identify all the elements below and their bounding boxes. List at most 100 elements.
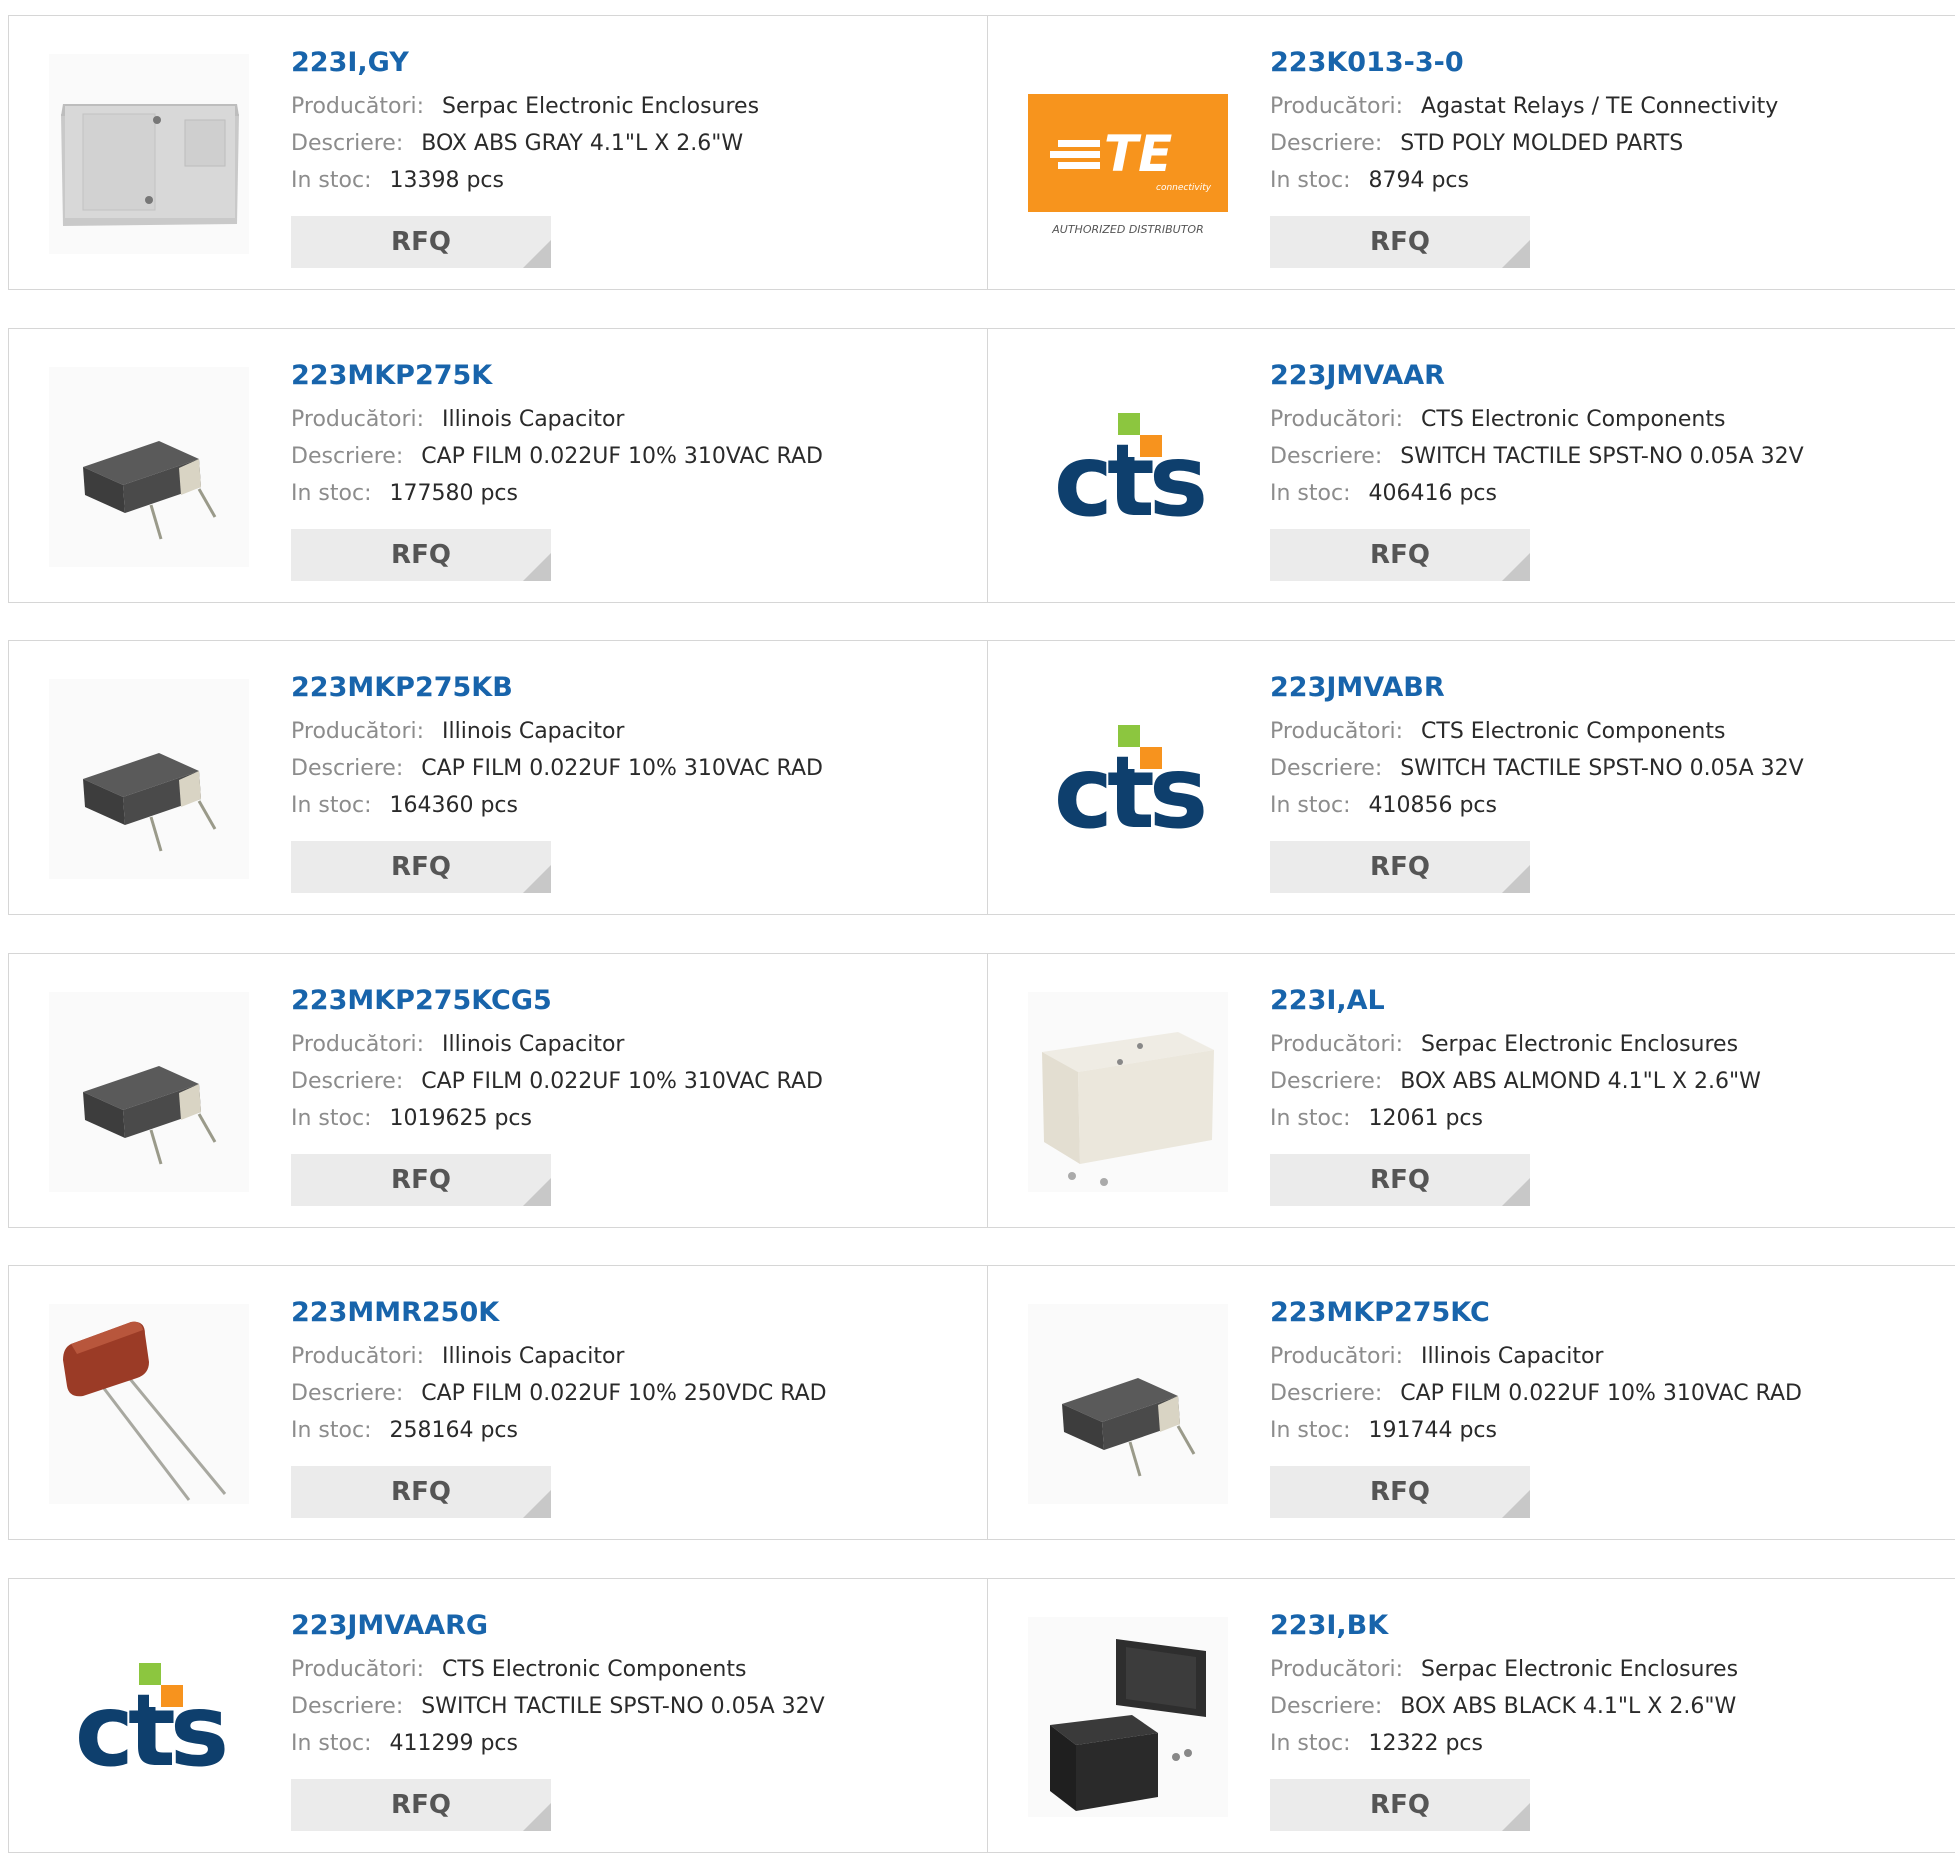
manufacturer-line: Producători: CTS Electronic Components xyxy=(1270,401,1804,438)
part-number-link[interactable]: 223I,GY xyxy=(291,46,759,80)
stock-line: In stoc: 13398 pcs xyxy=(291,162,759,199)
description-line: Descriere: CAP FILM 0.022UF 10% 310VAC RA… xyxy=(291,750,823,787)
product-image[interactable] xyxy=(49,992,249,1192)
stock-label: In stoc: xyxy=(1270,168,1351,193)
manufacturer-label: Producători: xyxy=(291,94,425,119)
product-image[interactable]: cts xyxy=(49,1617,249,1817)
manufacturer-value: Illinois Capacitor xyxy=(442,1344,625,1369)
description-value: SWITCH TACTILE SPST-NO 0.05A 32V xyxy=(1400,444,1804,469)
manufacturer-value: Serpac Electronic Enclosures xyxy=(1421,1657,1739,1682)
stock-value: 13398 pcs xyxy=(389,168,504,193)
product-row: 223MKP275KCG5 Producători: Illinois Capac… xyxy=(8,953,1955,1228)
stock-label: In stoc: xyxy=(1270,1106,1351,1131)
manufacturer-value: Serpac Electronic Enclosures xyxy=(442,94,760,119)
description-line: Descriere: CAP FILM 0.022UF 10% 310VAC RA… xyxy=(291,438,823,475)
description-label: Descriere: xyxy=(1270,1069,1383,1094)
part-number-link[interactable]: 223MMR250K xyxy=(291,1296,827,1330)
manufacturer-line: Producători: Serpac Electronic Enclosures xyxy=(1270,1026,1761,1063)
product-card: 223I,BK Producători: Serpac Electronic En… xyxy=(988,1579,1955,1852)
rfq-button[interactable]: RFQ xyxy=(291,1779,551,1831)
product-image[interactable]: TE connectivity AUTHORIZED DISTRIBUTOR xyxy=(1028,54,1228,254)
rfq-button[interactable]: RFQ xyxy=(1270,529,1530,581)
manufacturer-line: Producători: Illinois Capacitor xyxy=(291,1338,827,1375)
product-card: 223MKP275K Producători: Illinois Capacito… xyxy=(9,329,988,602)
product-image[interactable]: cts xyxy=(1028,679,1228,879)
rfq-button[interactable]: RFQ xyxy=(291,216,551,268)
part-number-link[interactable]: 223MKP275K xyxy=(291,359,823,393)
product-image[interactable]: cts xyxy=(1028,367,1228,567)
manufacturer-value: CTS Electronic Components xyxy=(1421,407,1726,432)
stock-label: In stoc: xyxy=(291,1418,372,1443)
stock-value: 12061 pcs xyxy=(1368,1106,1483,1131)
manufacturer-label: Producători: xyxy=(291,719,425,744)
description-line: Descriere: SWITCH TACTILE SPST-NO 0.05A 3… xyxy=(291,1688,825,1725)
manufacturer-label: Producători: xyxy=(1270,719,1404,744)
description-line: Descriere: BOX ABS GRAY 4.1"L X 2.6"W xyxy=(291,125,759,162)
description-value: CAP FILM 0.022UF 10% 310VAC RAD xyxy=(421,444,823,469)
rfq-button[interactable]: RFQ xyxy=(1270,216,1530,268)
description-value: STD POLY MOLDED PARTS xyxy=(1400,131,1684,156)
product-card: cts 223JMVAAR Producători: CTS Electronic… xyxy=(988,329,1955,602)
part-number-link[interactable]: 223I,BK xyxy=(1270,1609,1738,1643)
logo-text-caption: AUTHORIZED DISTRIBUTOR xyxy=(1051,223,1204,236)
stock-value: 164360 pcs xyxy=(389,793,518,818)
product-info: 223MKP275K Producători: Illinois Capacito… xyxy=(291,359,823,512)
product-image[interactable] xyxy=(1028,992,1228,1192)
rfq-button[interactable]: RFQ xyxy=(1270,1154,1530,1206)
stock-value: 406416 pcs xyxy=(1368,481,1497,506)
rfq-button[interactable]: RFQ xyxy=(1270,841,1530,893)
description-line: Descriere: STD POLY MOLDED PARTS xyxy=(1270,125,1778,162)
manufacturer-line: Producători: Illinois Capacitor xyxy=(291,401,823,438)
rfq-button[interactable]: RFQ xyxy=(291,529,551,581)
part-number-link[interactable]: 223I,AL xyxy=(1270,984,1761,1018)
stock-line: In stoc: 8794 pcs xyxy=(1270,162,1778,199)
rfq-button[interactable]: RFQ xyxy=(1270,1466,1530,1518)
part-number-link[interactable]: 223MKP275KCG5 xyxy=(291,984,823,1018)
manufacturer-line: Producători: Serpac Electronic Enclosures xyxy=(1270,1651,1738,1688)
product-image[interactable] xyxy=(49,54,249,254)
stock-line: In stoc: 1019625 pcs xyxy=(291,1100,823,1137)
part-number-link[interactable]: 223MKP275KB xyxy=(291,671,823,705)
manufacturer-value: Illinois Capacitor xyxy=(442,407,625,432)
part-number-link[interactable]: 223MKP275KC xyxy=(1270,1296,1802,1330)
description-label: Descriere: xyxy=(291,1381,404,1406)
part-number-link[interactable]: 223JMVABR xyxy=(1270,671,1804,705)
stock-label: In stoc: xyxy=(291,793,372,818)
part-number-link[interactable]: 223JMVAARG xyxy=(291,1609,825,1643)
description-line: Descriere: CAP FILM 0.022UF 10% 310VAC RA… xyxy=(291,1063,823,1100)
product-image[interactable] xyxy=(49,679,249,879)
stock-label: In stoc: xyxy=(1270,481,1351,506)
product-info: 223MMR250K Producători: Illinois Capacito… xyxy=(291,1296,827,1449)
stock-value: 191744 pcs xyxy=(1368,1418,1497,1443)
product-card: 223I,GY Producători: Serpac Electronic En… xyxy=(9,16,988,289)
product-image[interactable] xyxy=(49,367,249,567)
manufacturer-label: Producători: xyxy=(291,1344,425,1369)
description-value: SWITCH TACTILE SPST-NO 0.05A 32V xyxy=(1400,756,1804,781)
manufacturer-line: Producători: Serpac Electronic Enclosures xyxy=(291,88,759,125)
product-card: 223I,AL Producători: Serpac Electronic En… xyxy=(988,954,1955,1227)
description-label: Descriere: xyxy=(1270,444,1383,469)
manufacturer-value: CTS Electronic Components xyxy=(442,1657,747,1682)
product-info: 223JMVAAR Producători: CTS Electronic Com… xyxy=(1270,359,1804,512)
rfq-button[interactable]: RFQ xyxy=(1270,1779,1530,1831)
description-label: Descriere: xyxy=(1270,131,1383,156)
rfq-button[interactable]: RFQ xyxy=(291,841,551,893)
product-info: 223MKP275KCG5 Producători: Illinois Capac… xyxy=(291,984,823,1137)
description-label: Descriere: xyxy=(291,131,404,156)
manufacturer-label: Producători: xyxy=(291,1657,425,1682)
part-number-link[interactable]: 223K013-3-0 xyxy=(1270,46,1778,80)
description-value: SWITCH TACTILE SPST-NO 0.05A 32V xyxy=(421,1694,825,1719)
stock-line: In stoc: 12322 pcs xyxy=(1270,1725,1738,1762)
product-image[interactable] xyxy=(49,1304,249,1504)
part-number-link[interactable]: 223JMVAAR xyxy=(1270,359,1804,393)
product-image[interactable] xyxy=(1028,1304,1228,1504)
stock-label: In stoc: xyxy=(291,1731,372,1756)
rfq-button[interactable]: RFQ xyxy=(291,1466,551,1518)
description-label: Descriere: xyxy=(291,1694,404,1719)
product-image[interactable] xyxy=(1028,1617,1228,1817)
rfq-button[interactable]: RFQ xyxy=(291,1154,551,1206)
manufacturer-label: Producători: xyxy=(291,407,425,432)
stock-label: In stoc: xyxy=(1270,1418,1351,1443)
description-value: BOX ABS GRAY 4.1"L X 2.6"W xyxy=(421,131,744,156)
description-line: Descriere: CAP FILM 0.022UF 10% 310VAC RA… xyxy=(1270,1375,1802,1412)
